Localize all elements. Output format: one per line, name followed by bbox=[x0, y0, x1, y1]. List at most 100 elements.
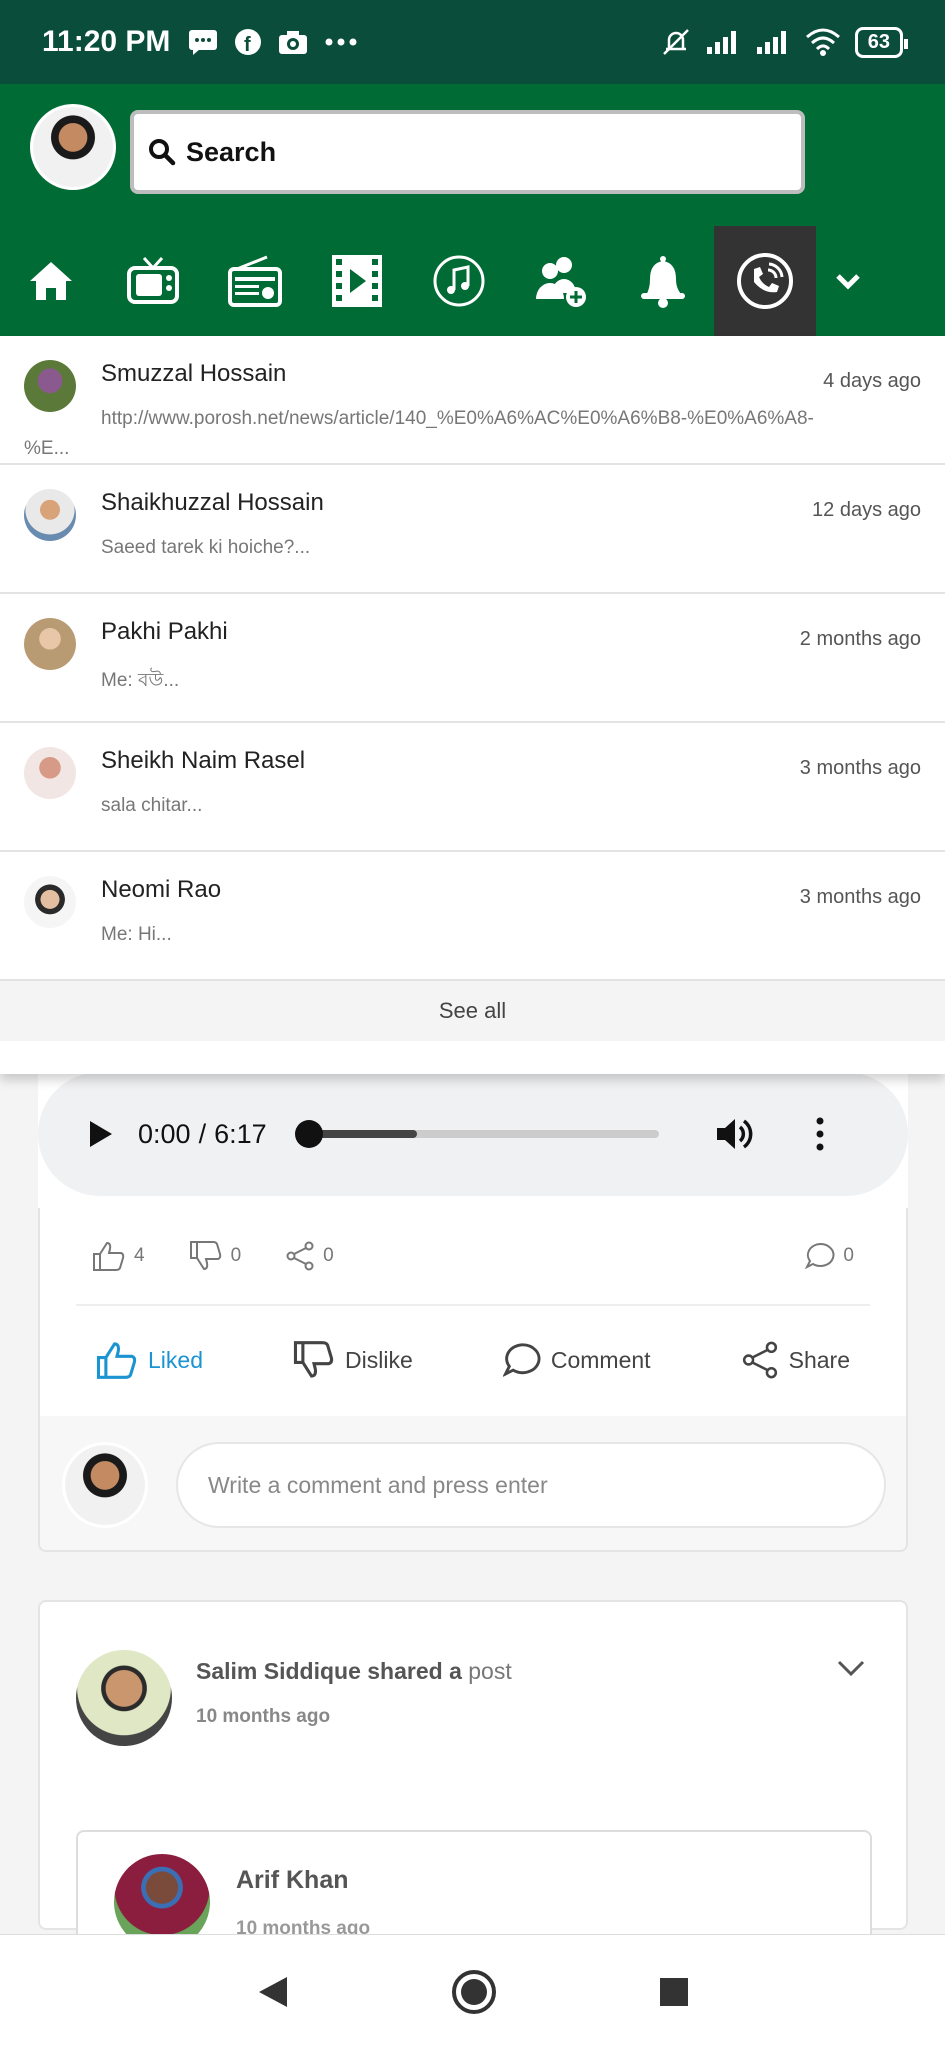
avatar bbox=[24, 489, 76, 541]
see-all-button[interactable]: See all bbox=[0, 981, 945, 1041]
share-button[interactable]: Share bbox=[741, 1341, 850, 1379]
signal-icon bbox=[706, 31, 736, 54]
shares-number: 0 bbox=[323, 1245, 334, 1266]
message-sender: Sheikh Naim Rasel bbox=[101, 747, 306, 774]
dislike-label: Dislike bbox=[345, 1346, 413, 1373]
play-icon[interactable] bbox=[88, 1119, 114, 1149]
messages-dropdown: Smuzzal Hossain 4 days ago http://www.po… bbox=[0, 336, 945, 1074]
like-label: Liked bbox=[148, 1346, 203, 1373]
audio-seek-bar[interactable] bbox=[294, 1120, 659, 1148]
status-time: 11:20 PM bbox=[42, 25, 171, 58]
dislike-button[interactable]: Dislike bbox=[293, 1340, 413, 1380]
thumbs-down-icon bbox=[293, 1341, 334, 1378]
poster-avatar[interactable] bbox=[76, 1650, 172, 1746]
poster-name[interactable]: Salim Siddique bbox=[196, 1658, 361, 1684]
audio-time-separator: / bbox=[198, 1118, 207, 1149]
audio-current-time: 0:00 bbox=[138, 1118, 191, 1149]
chevron-down-icon[interactable] bbox=[836, 1658, 866, 1678]
tv-icon bbox=[127, 256, 179, 304]
share-icon bbox=[742, 1341, 777, 1379]
comment-input[interactable]: Write a comment and press enter bbox=[176, 1442, 886, 1528]
message-preview-more: %E... bbox=[24, 438, 70, 459]
music-icon bbox=[433, 255, 485, 307]
back-icon[interactable] bbox=[257, 1975, 289, 2009]
shares-count[interactable]: 0 bbox=[285, 1241, 334, 1271]
thumbs-down-icon bbox=[189, 1241, 221, 1271]
post-time: 10 months ago bbox=[196, 1706, 331, 1727]
recents-icon[interactable] bbox=[659, 1977, 689, 2007]
post-link[interactable]: post bbox=[468, 1658, 511, 1684]
phone-icon bbox=[737, 253, 793, 309]
likes-number: 4 bbox=[134, 1245, 145, 1266]
shared-post-card: Salim Siddique shared a post 10 months a… bbox=[38, 1600, 908, 1970]
message-time: 2 months ago bbox=[799, 628, 921, 650]
thumbs-up-icon bbox=[96, 1342, 137, 1379]
facebook-icon: f bbox=[235, 29, 262, 56]
post-actions: Liked Dislike Comment Share bbox=[38, 1304, 908, 1416]
message-sender: Shaikhuzzal Hossain bbox=[101, 489, 324, 516]
system-nav-bar bbox=[0, 1934, 945, 2048]
add-friend-icon bbox=[536, 257, 586, 307]
mute-icon bbox=[662, 29, 689, 55]
nav-music[interactable] bbox=[408, 226, 510, 336]
avatar bbox=[24, 618, 76, 670]
like-button[interactable]: Liked bbox=[96, 1340, 203, 1380]
dislikes-number: 0 bbox=[230, 1245, 242, 1266]
audio-seek-handle[interactable] bbox=[294, 1120, 323, 1148]
message-time: 3 months ago bbox=[799, 757, 921, 779]
share-label: Share bbox=[788, 1346, 850, 1373]
message-row[interactable]: Smuzzal Hossain 4 days ago http://www.po… bbox=[0, 336, 945, 465]
video-icon bbox=[332, 255, 382, 307]
post-stats: 4 0 0 0 bbox=[38, 1208, 908, 1304]
likes-count[interactable]: 4 bbox=[92, 1240, 145, 1272]
message-sender: Smuzzal Hossain bbox=[101, 360, 287, 387]
dislikes-count[interactable]: 0 bbox=[189, 1240, 242, 1272]
search-box[interactable]: Search bbox=[130, 110, 805, 194]
avatar bbox=[24, 360, 76, 412]
nav-calls[interactable] bbox=[714, 226, 816, 336]
thumbs-up-icon bbox=[93, 1241, 125, 1271]
message-row[interactable]: Sheikh Naim Rasel 3 months ago sala chit… bbox=[0, 723, 945, 852]
comment-composer: Write a comment and press enter bbox=[38, 1416, 908, 1552]
audio-duration: 6:17 bbox=[214, 1118, 267, 1149]
comment-button[interactable]: Comment bbox=[502, 1342, 651, 1378]
more-options-icon[interactable] bbox=[815, 1117, 825, 1151]
nav-notifications[interactable] bbox=[612, 226, 714, 336]
nav-radio[interactable] bbox=[204, 226, 306, 336]
profile-avatar[interactable] bbox=[30, 104, 116, 190]
message-row[interactable]: Pakhi Pakhi 2 months ago Me: বউ... bbox=[0, 594, 945, 723]
shared-text: shared a bbox=[367, 1658, 462, 1684]
comment-icon bbox=[805, 1242, 835, 1270]
nav-tv[interactable] bbox=[102, 226, 204, 336]
comment-label: Comment bbox=[550, 1346, 651, 1373]
message-time: 12 days ago bbox=[812, 499, 921, 521]
message-row[interactable]: Neomi Rao 3 months ago Me: Hi... bbox=[0, 852, 945, 981]
nav-friends[interactable] bbox=[510, 226, 612, 336]
comments-count[interactable]: 0 bbox=[805, 1242, 854, 1270]
message-row[interactable]: Shaikhuzzal Hossain 12 days ago Saeed ta… bbox=[0, 465, 945, 594]
search-icon bbox=[149, 139, 176, 166]
message-preview: Me: Hi... bbox=[101, 924, 172, 945]
nav-video[interactable] bbox=[306, 226, 408, 336]
avatar bbox=[24, 747, 76, 799]
comment-icon bbox=[502, 1343, 541, 1377]
inner-author-name[interactable]: Arif Khan bbox=[236, 1866, 349, 1895]
audio-player-card: 0:00 / 6:17 bbox=[38, 1072, 908, 1208]
battery-indicator: 63 bbox=[854, 26, 909, 58]
radio-icon bbox=[228, 255, 282, 307]
app-header: Search bbox=[0, 84, 945, 336]
camera-icon bbox=[279, 31, 308, 54]
home-button-icon[interactable] bbox=[451, 1969, 497, 2015]
message-preview: http://www.porosh.net/news/article/140_%… bbox=[101, 408, 814, 429]
volume-icon[interactable] bbox=[715, 1116, 755, 1152]
chevron-down-icon bbox=[836, 274, 860, 290]
nav-more[interactable] bbox=[816, 226, 880, 336]
avatar bbox=[24, 876, 76, 928]
nav-home[interactable] bbox=[0, 226, 102, 336]
more-icon bbox=[325, 38, 357, 46]
message-time: 4 days ago bbox=[823, 370, 921, 392]
comments-number: 0 bbox=[843, 1245, 854, 1266]
message-sender: Neomi Rao bbox=[101, 876, 222, 903]
post-header-text: Salim Siddique shared a post bbox=[196, 1658, 512, 1685]
message-preview: sala chitar... bbox=[101, 795, 203, 816]
